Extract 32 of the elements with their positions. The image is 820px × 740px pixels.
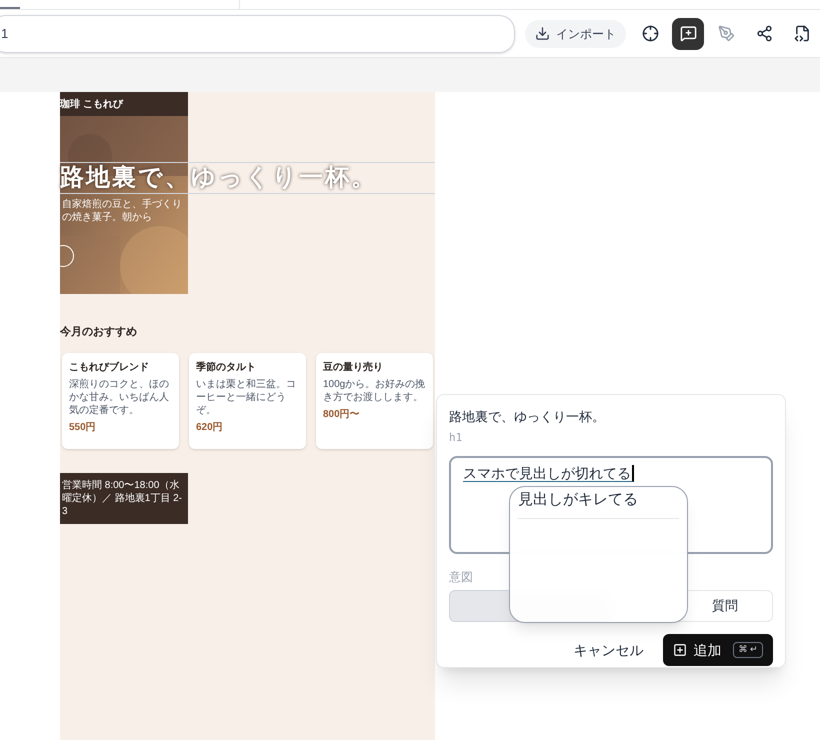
shortcut-hint: ⌘ ↵ — [733, 642, 763, 658]
product-price: 620円 — [196, 420, 224, 434]
comment-text: スマホで見出しが切れてる — [463, 465, 634, 482]
add-icon — [673, 643, 688, 657]
product-name: こもれびブレンド — [69, 360, 150, 374]
product-name: 豆の量り売り — [323, 360, 384, 374]
product-description: 深煎りのコクと、ほのかな甘み。いちばん人気の定番です。 — [69, 378, 170, 416]
target-tag: h1 — [449, 430, 773, 446]
product-price: 550円 — [69, 420, 97, 434]
pen-icon — [718, 25, 734, 42]
intent-label: 意図 — [449, 569, 474, 586]
target-text: 路地裏で、ゆっくり一杯。 — [449, 408, 606, 426]
section-heading: 今月のおすすめ — [60, 325, 138, 340]
candidate-item[interactable]: 見出しがキレてる — [518, 489, 679, 518]
download-icon — [535, 26, 550, 41]
code-icon — [794, 25, 810, 42]
target-icon — [642, 25, 658, 42]
share-icon — [756, 25, 772, 42]
product-description: 100gから。お好みの挽き方でお渡しします。 — [323, 378, 426, 404]
product-description: いまは栗と和三盆。コーヒーと一緒にどうぞ。 — [196, 378, 297, 416]
cancel-button[interactable]: キャンセル — [573, 640, 644, 660]
hero-subtitle: 自家焙煎の豆と、手づくりの焼き菓子。朝から — [62, 198, 183, 224]
import-button[interactable]: インポート — [525, 20, 626, 48]
footer-text: 営業時間 8:00〜18:00（水曜定休）／ 路地裏1丁目 2-3 — [62, 478, 184, 518]
add-button[interactable]: 追加 ⌘ ↵ — [663, 634, 773, 666]
product-price: 800円〜 — [323, 408, 361, 422]
add-comment-button[interactable] — [672, 18, 704, 50]
address-field[interactable]: 1 — [0, 14, 515, 52]
product-name: 季節のタルト — [196, 360, 257, 374]
site-brand: 珈琲 こもれび — [60, 98, 123, 112]
add-comment-icon — [680, 25, 696, 42]
hero-heading: 路地裏で、ゆっくり一杯。 — [60, 162, 435, 194]
